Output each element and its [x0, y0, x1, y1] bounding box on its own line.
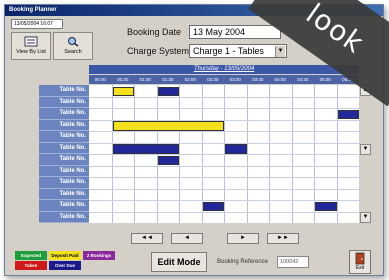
- nav-first-button[interactable]: ◄◄: [131, 233, 163, 244]
- row-labels: Table No. Table No. Table No. Table No. Tabl…: [39, 85, 89, 223]
- time-slot-label: 03:30: [252, 77, 264, 82]
- nav-last-button[interactable]: ►►: [267, 233, 299, 244]
- time-slot-label: 03:00: [229, 77, 241, 82]
- charge-system-label: Charge System: [127, 46, 190, 56]
- time-slot-label: 05:00: [319, 77, 331, 82]
- table-row-label[interactable]: Table No.: [39, 119, 89, 131]
- booking-block-deposit-paid[interactable]: [112, 86, 134, 96]
- nav-next-button[interactable]: ►: [227, 233, 259, 244]
- legend-item: 2 Bookings: [83, 251, 115, 260]
- search-label: Search: [64, 49, 82, 55]
- time-slot-label: 02:00: [184, 77, 196, 82]
- charge-system-value: Charge 1 - Tables: [193, 46, 264, 56]
- grid-line: [89, 131, 359, 132]
- date-stamp: 13/05/2004 16:07: [11, 19, 63, 29]
- view-by-list-label: View By List: [16, 49, 46, 55]
- table-row-label[interactable]: Table No.: [39, 142, 89, 154]
- table-row-label[interactable]: Table No.: [39, 200, 89, 212]
- scroll-down-icon[interactable]: ▼: [360, 144, 371, 155]
- grid-line: [89, 96, 359, 98]
- legend-item: Deposit Paid: [49, 251, 81, 260]
- booking-block-over-due[interactable]: [112, 144, 179, 154]
- time-slot-label: 00:30: [117, 77, 129, 82]
- exit-button[interactable]: Exit: [349, 250, 371, 274]
- time-slot-label: 04:00: [274, 77, 286, 82]
- legend-item: Over Due: [49, 261, 81, 270]
- table-row-label[interactable]: Table No.: [39, 96, 89, 108]
- table-row-label[interactable]: Table No.: [39, 211, 89, 223]
- booking-block-deposit-paid[interactable]: [112, 121, 224, 131]
- booking-block-over-due[interactable]: [337, 109, 359, 119]
- grid-line: [89, 211, 359, 213]
- booking-reference-label: Booking Reference: [217, 259, 269, 265]
- time-header: 00:00 00:30 01:00 01:30 02:00 02:30 03:00 03:30…: [89, 75, 359, 84]
- nav-prev-button[interactable]: ◄: [171, 233, 203, 244]
- legend-item: Expected: [15, 251, 47, 260]
- exit-label: Exit: [355, 265, 365, 271]
- list-icon: [24, 36, 38, 47]
- table-row-label[interactable]: Table No.: [39, 177, 89, 189]
- booking-block-over-due[interactable]: [157, 86, 179, 96]
- booking-date-value: 13 May 2004: [193, 27, 246, 37]
- booking-block-over-due[interactable]: [157, 155, 179, 165]
- grid-line: [89, 154, 359, 155]
- grid-line: [89, 188, 359, 190]
- booking-date-label: Booking Date: [127, 27, 182, 37]
- booking-block-over-due[interactable]: [315, 201, 337, 211]
- table-row-label[interactable]: Table No.: [39, 188, 89, 200]
- time-slot-label: 01:30: [162, 77, 174, 82]
- grid-line: [89, 177, 359, 178]
- table-row-label[interactable]: Table No.: [39, 154, 89, 166]
- scroll-bottom-icon[interactable]: ▼: [360, 212, 371, 223]
- grid-line: [89, 165, 359, 167]
- exit-door-icon: [355, 252, 365, 265]
- grid-line: [89, 108, 359, 109]
- booking-grid[interactable]: [89, 85, 359, 223]
- time-slot-label: 02:30: [207, 77, 219, 82]
- table-row-label[interactable]: Table No.: [39, 108, 89, 120]
- search-icon: [68, 37, 79, 47]
- chevron-down-icon: ▼: [275, 46, 285, 57]
- day-header: Thursday - 13/05/2004: [89, 65, 359, 74]
- table-row-label[interactable]: Table No.: [39, 85, 89, 97]
- time-slot-label: 01:00: [139, 77, 151, 82]
- vertical-scrollbar[interactable]: ▲ ▼ ▼: [360, 85, 371, 223]
- booking-grid-area: Thursday - 13/05/2004 00:00 00:30 01:00 01:…: [19, 65, 377, 232]
- search-button[interactable]: Search: [53, 32, 93, 60]
- booking-reference-field[interactable]: 100042: [277, 256, 309, 268]
- charge-system-select[interactable]: Charge 1 - Tables ▼: [189, 44, 287, 58]
- time-slot-label: 04:30: [297, 77, 309, 82]
- legend-item: Taken: [15, 261, 47, 270]
- table-row-label[interactable]: Table No.: [39, 165, 89, 177]
- time-slot-label: 00:00: [94, 77, 106, 82]
- edit-mode-button[interactable]: Edit Mode: [151, 252, 207, 272]
- booking-block-over-due[interactable]: [225, 144, 247, 154]
- table-row-label[interactable]: Table No.: [39, 131, 89, 143]
- view-by-list-button[interactable]: View By List: [11, 32, 51, 60]
- booking-block-over-due[interactable]: [202, 201, 224, 211]
- booking-date-field[interactable]: 13 May 2004: [189, 25, 281, 39]
